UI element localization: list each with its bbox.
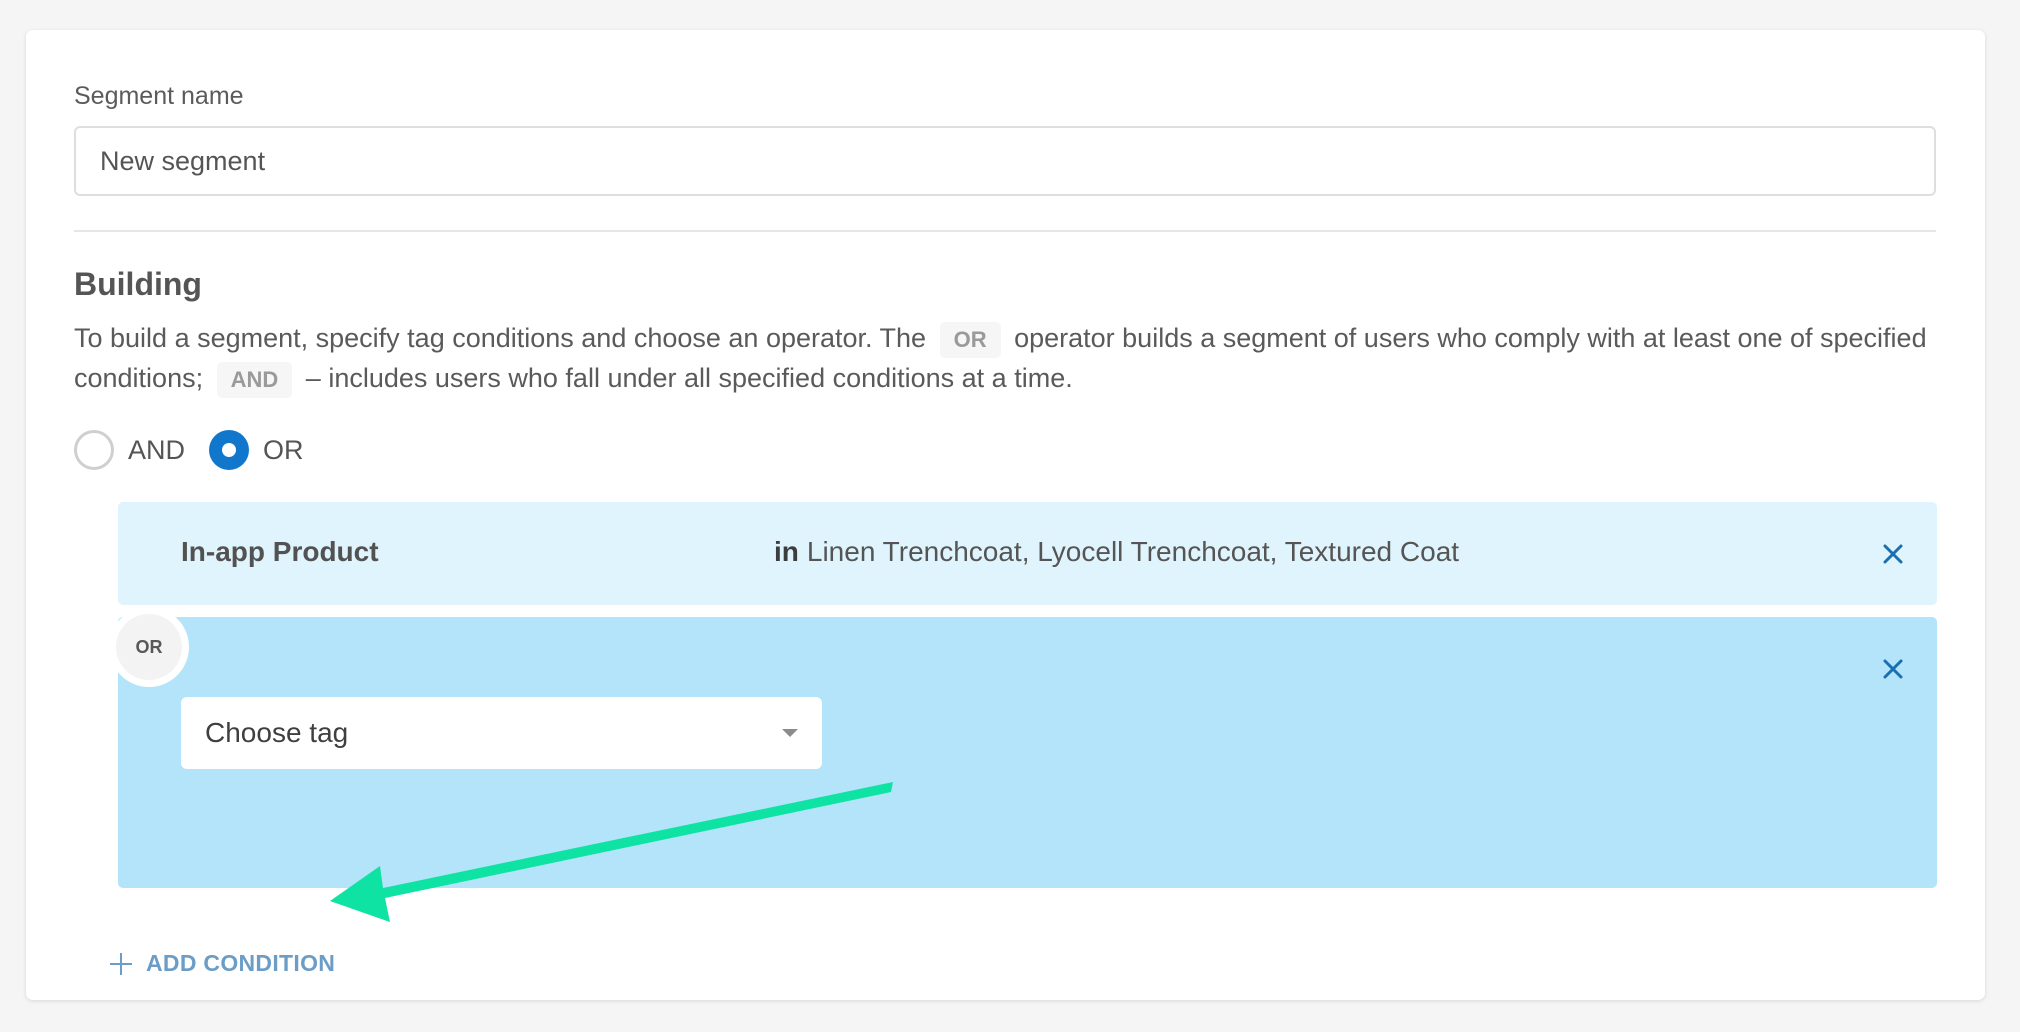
condition-tag-name: In-app Product [181,536,379,567]
or-connector-label: OR [116,614,182,680]
remove-condition-button[interactable] [1873,534,1913,574]
radio-and-circle[interactable] [74,430,114,470]
chevron-down-icon[interactable] [782,729,798,737]
building-title: Building [74,266,202,302]
segment-editor-card: Segment name Building To build a segment… [26,30,1985,1000]
radio-and-label[interactable]: AND [128,435,185,466]
radio-or-label[interactable]: OR [263,435,304,466]
section-divider [74,230,1936,232]
remove-new-condition-button[interactable] [1873,649,1913,689]
close-icon[interactable] [1882,658,1904,680]
add-condition-label[interactable]: ADD CONDITION [146,950,335,977]
segment-name-label: Segment name [74,82,244,110]
radio-or-circle[interactable] [209,430,250,470]
operator-chip-and: AND [216,362,293,398]
condition-value: in Linen Trenchcoat, Lyocell Trenchcoat, … [774,536,1459,568]
close-icon[interactable] [1882,543,1904,565]
add-condition-button[interactable]: ADD CONDITION [110,950,335,977]
operator-chip-or: OR [939,322,1001,358]
building-description: To build a segment, specify tag conditio… [74,318,1934,398]
or-connector-badge: OR [109,607,189,687]
choose-tag-select[interactable]: Choose tag [181,697,822,769]
description-text-3: – includes users who fall under all spec… [305,363,1073,393]
description-text-1: To build a segment, specify tag conditio… [74,323,927,353]
operator-radio-or[interactable]: OR [209,430,304,470]
operator-radio-and[interactable]: AND [74,430,185,470]
choose-tag-placeholder[interactable]: Choose tag [205,717,348,749]
condition-operator: in [774,536,799,567]
condition-row[interactable]: In-app Product in Linen Trenchcoat, Lyoce… [118,502,1937,605]
operator-radio-group: AND OR [74,428,328,472]
condition-values-text: Linen Trenchcoat, Lyocell Trenchcoat, Te… [806,536,1460,567]
plus-icon[interactable] [110,952,132,975]
new-condition-editor: Choose tag [118,617,1937,888]
segment-name-input[interactable] [74,126,1936,196]
